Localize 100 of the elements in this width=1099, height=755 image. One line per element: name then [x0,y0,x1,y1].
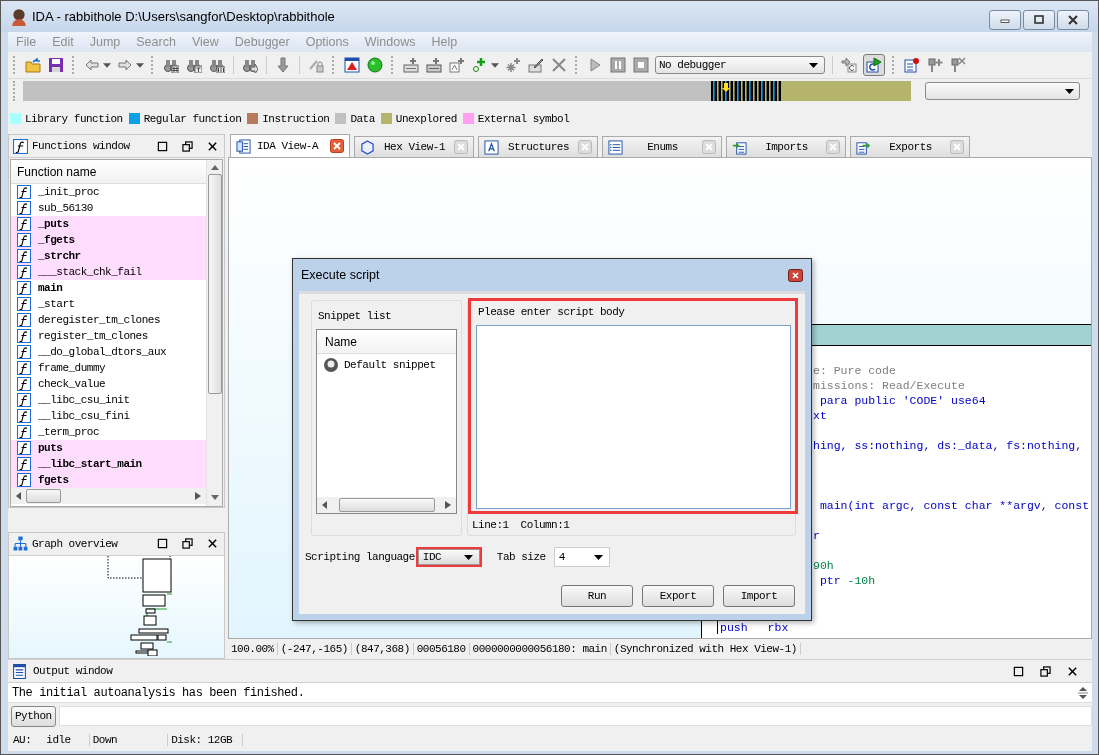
warning-icon[interactable] [343,56,361,74]
function-row[interactable]: check_value [11,376,206,392]
hexagon-icon [360,139,375,155]
legend-label: External symbol [477,112,570,125]
function-row[interactable]: _fgets [11,232,206,248]
mnemonic-text: push [720,621,748,634]
language-button[interactable]: Python [11,705,56,727]
function-row[interactable]: _init_proc [11,184,206,200]
stop-icon[interactable] [632,56,650,74]
view-tab[interactable]: Structures [478,136,598,157]
restore-icon[interactable] [182,538,193,550]
circle-icon[interactable] [366,56,384,74]
scroll-thumb[interactable] [207,174,222,394]
block-plus-icon[interactable] [425,56,443,74]
folder-icon[interactable] [24,56,42,74]
pencil-icon[interactable] [527,56,545,74]
function-row[interactable]: register_tm_clones [11,328,206,344]
scroll-thumb[interactable] [338,498,435,512]
horizontal-scrollbar[interactable] [11,488,206,504]
command-field[interactable] [58,706,1092,726]
maximize-button[interactable] [1023,10,1055,30]
close-icon[interactable] [1067,665,1078,677]
maximize-icon[interactable] [157,140,168,152]
close-icon[interactable] [207,140,218,152]
field-label: Tab size [496,551,546,563]
left-arrow-icon[interactable] [322,501,328,509]
function-row[interactable]: frame_dummy [11,360,206,376]
function-row[interactable]: _start [11,296,206,312]
up-arrow-icon[interactable] [210,165,219,171]
function-row[interactable]: ___stack_chk_fail [11,264,206,280]
save-icon[interactable] [47,56,65,74]
pin-remove-icon[interactable] [949,56,967,74]
debugger-dropdown[interactable]: No debugger [655,56,825,74]
function-row[interactable]: _strchr [11,248,206,264]
function-row[interactable]: main [11,280,206,296]
step-into-icon[interactable] [840,56,858,74]
pin-plus-icon[interactable] [926,56,944,74]
group-label: Please enter script body [477,305,626,320]
function-row[interactable]: __libc_csu_init [11,392,206,408]
tab-size-dropdown[interactable]: 4 [553,547,610,567]
column-header[interactable]: Name [325,334,357,349]
close-button[interactable] [788,268,803,282]
left-arrow-icon[interactable] [16,492,22,500]
function-row[interactable]: __do_global_dtors_aux [11,344,206,360]
breakpoint-list-icon[interactable] [903,56,921,74]
code-line: xt [813,408,828,423]
view-tab[interactable]: IDA View-A [230,134,350,157]
vertical-scrollbar[interactable] [206,160,222,506]
view-tab[interactable]: Enums [602,136,722,157]
frame-plus-icon[interactable] [448,56,466,74]
minimize-button[interactable] [989,10,1021,30]
language-dropdown[interactable]: IDC [415,547,482,567]
maximize-icon [1032,15,1046,25]
block-plus-icon[interactable] [402,56,420,74]
navigation-band[interactable] [23,81,911,101]
function-row[interactable]: deregister_tm_clones [11,312,206,328]
dialog-title: Execute script [301,268,380,282]
function-row[interactable]: __libc_start_main [11,456,206,472]
close-icon[interactable] [207,538,218,550]
status-text: AU: [12,734,33,746]
view-tab[interactable]: Imports [726,136,846,157]
function-icon [17,313,31,327]
function-row[interactable]: _term_proc [11,424,206,440]
scroll-thumb[interactable] [26,489,61,503]
script-field[interactable] [476,325,791,509]
function-icon [17,249,31,263]
view-tab[interactable]: Exports [850,136,970,157]
function-row[interactable]: sub_56130 [11,200,206,216]
legend-label: Library function [25,112,123,125]
status-field: (847,368) [351,643,414,655]
vertical-scrollbar[interactable] [1078,684,1088,701]
right-arrow-icon[interactable] [195,492,201,500]
caret-icon[interactable] [136,62,144,68]
caret-icon[interactable] [103,62,111,68]
asterisk-plus-icon[interactable] [504,56,522,74]
function-icon [17,377,31,391]
function-row[interactable]: __libc_csu_fini [11,408,206,424]
dialog-button[interactable]: Export [642,585,714,607]
caret-icon[interactable] [491,62,499,68]
run-script-icon[interactable] [863,54,885,76]
horizontal-scrollbar[interactable] [317,497,456,513]
function-row[interactable]: _puts [11,216,206,232]
right-arrow-icon[interactable] [445,501,451,509]
maximize-icon[interactable] [157,538,168,550]
view-tab[interactable]: Hex View-1 [354,136,474,157]
pause-icon[interactable] [609,56,627,74]
dialog-button[interactable]: Run [561,585,633,607]
dialog-button[interactable]: Import [723,585,795,607]
restore-icon[interactable] [1040,665,1051,677]
segment-dropdown[interactable] [925,82,1080,100]
function-icon [17,233,31,247]
status-field: 00056180 [413,643,470,655]
down-arrow-icon[interactable] [274,56,292,74]
restore-icon[interactable] [182,140,193,152]
maximize-icon[interactable] [1013,665,1024,677]
function-row[interactable]: puts [11,440,206,456]
close-button[interactable] [1057,10,1089,30]
function-row[interactable]: fgets [11,472,206,488]
snippet-item[interactable]: Default snippet [317,354,456,374]
down-arrow-icon[interactable] [210,494,219,501]
